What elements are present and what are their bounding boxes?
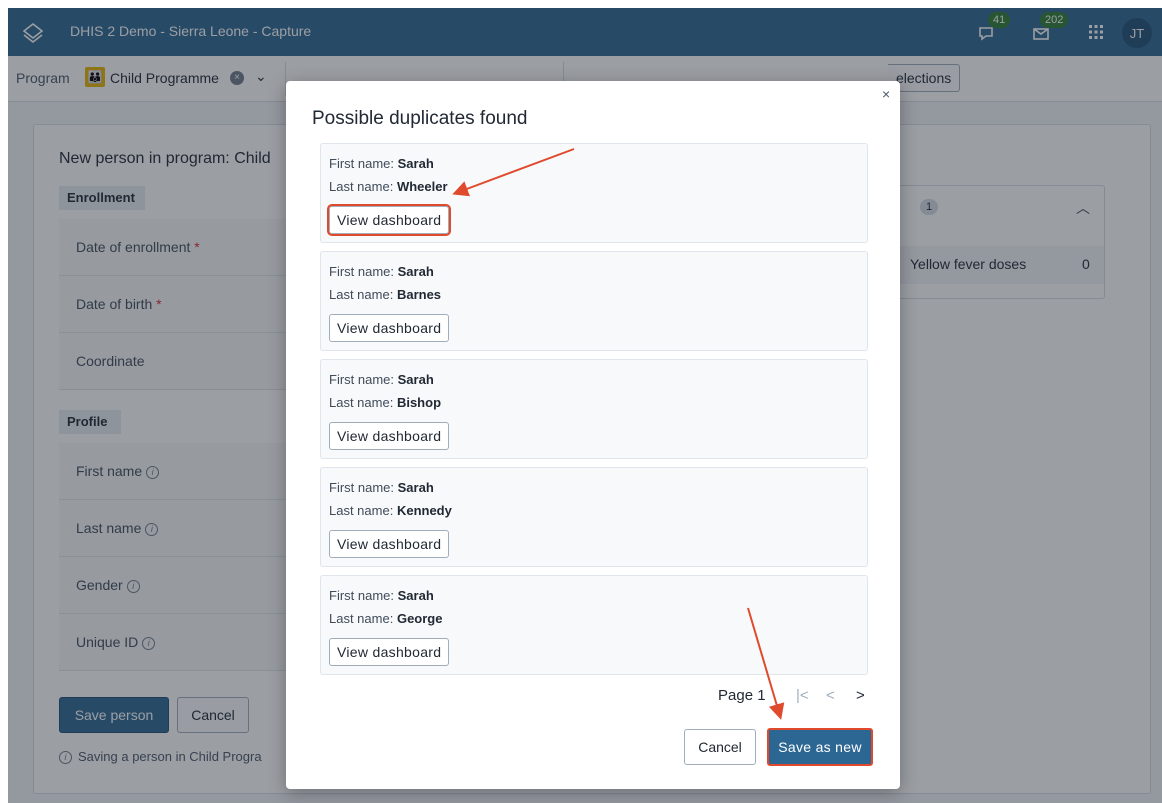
list-item: First name: Sarah Last name: George View…: [320, 575, 868, 675]
duplicate-first-name: Sarah: [397, 480, 434, 495]
next-page-icon[interactable]: >: [856, 687, 865, 704]
cancel-button[interactable]: Cancel: [684, 729, 756, 765]
list-item: First name: Sarah Last name: Kennedy Vie…: [320, 467, 868, 567]
first-page-icon[interactable]: |<: [796, 687, 809, 704]
view-dashboard-button[interactable]: View dashboard: [329, 422, 450, 450]
list-item: First name: Sarah Last name: Wheeler Vie…: [320, 143, 868, 243]
duplicate-first-name: Sarah: [397, 156, 434, 171]
duplicate-last-name: George: [396, 611, 443, 626]
view-dashboard-button[interactable]: View dashboard: [329, 314, 450, 342]
duplicate-last-name: Kennedy: [396, 503, 452, 518]
save-as-new-button[interactable]: Save as new: [767, 728, 873, 766]
duplicate-first-name: Sarah: [397, 264, 434, 279]
page: DHIS 2 Demo - Sierra Leone - Capture 41 …: [8, 8, 1162, 803]
duplicate-first-name: Sarah: [397, 372, 434, 387]
duplicate-last-name: Bishop: [396, 395, 442, 410]
duplicate-last-name: Wheeler: [396, 179, 448, 194]
prev-page-icon[interactable]: <: [826, 687, 835, 704]
list-item: First name: Sarah Last name: Barnes View…: [320, 251, 868, 351]
close-icon[interactable]: ×: [882, 86, 890, 102]
duplicate-last-name: Barnes: [396, 287, 442, 302]
view-dashboard-button[interactable]: View dashboard: [326, 204, 452, 236]
page-indicator: Page 1: [718, 687, 766, 704]
view-dashboard-button[interactable]: View dashboard: [329, 530, 450, 558]
view-dashboard-button[interactable]: View dashboard: [329, 638, 450, 666]
list-item: First name: Sarah Last name: Bishop View…: [320, 359, 868, 459]
modal-title: Possible duplicates found: [312, 108, 528, 129]
duplicates-modal: × Possible duplicates found First name: …: [286, 81, 900, 789]
duplicate-first-name: Sarah: [397, 588, 434, 603]
